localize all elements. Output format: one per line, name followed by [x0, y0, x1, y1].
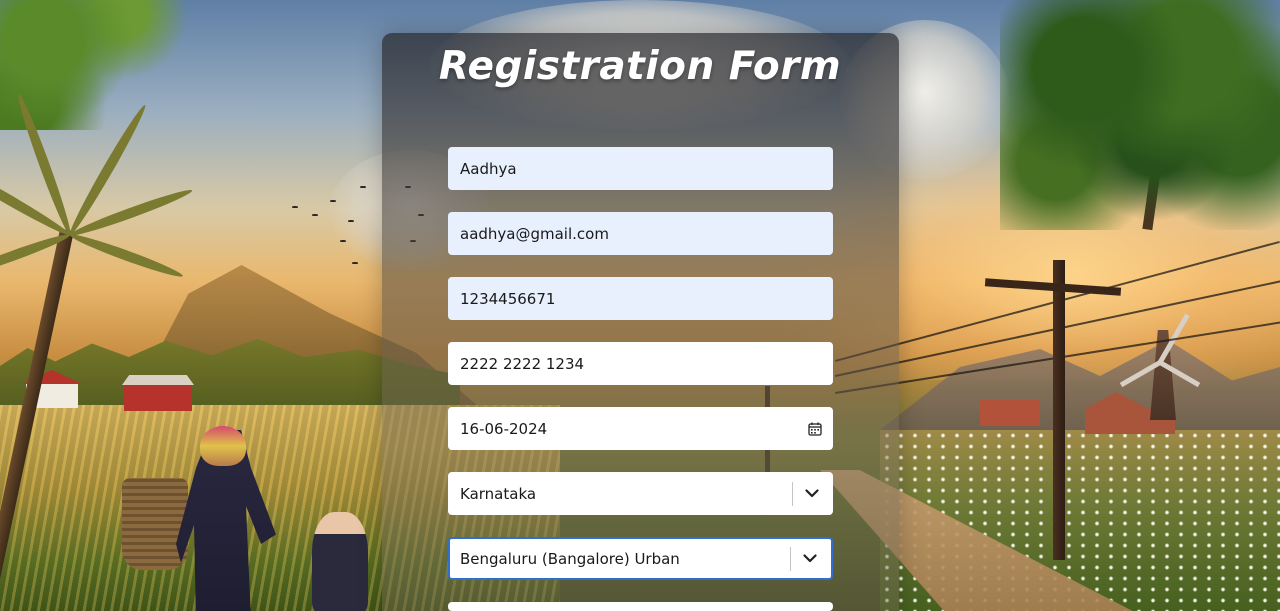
name-input[interactable]: Aadhya	[448, 147, 833, 190]
chevron-down-glyph	[805, 489, 819, 498]
dob-date-input[interactable]: 16-06-2024	[448, 407, 833, 450]
email-input[interactable]: aadhya@gmail.com	[448, 212, 833, 255]
bird	[348, 220, 354, 222]
chevron-down-icon[interactable]	[801, 483, 823, 505]
email-value: aadhya@gmail.com	[460, 224, 609, 243]
chevron-down-icon[interactable]	[799, 548, 821, 570]
bird	[292, 206, 298, 208]
dob-value: 16-06-2024	[460, 419, 548, 438]
next-field-input[interactable]	[448, 602, 833, 611]
state-select[interactable]: Karnataka	[448, 472, 833, 515]
bird	[340, 240, 346, 242]
bird	[352, 262, 358, 264]
farm-building	[980, 400, 1040, 426]
district-select[interactable]: Bengaluru (Bangalore) Urban	[448, 537, 833, 580]
tree	[1000, 0, 1280, 230]
red-barn	[124, 383, 192, 411]
aadhaar-value: 2222 2222 1234	[460, 354, 585, 373]
state-value: Karnataka	[460, 484, 537, 503]
name-value: Aadhya	[460, 159, 517, 178]
chevron-down-glyph	[803, 554, 817, 563]
select-divider	[792, 481, 793, 506]
form-panel	[382, 33, 899, 611]
utility-pole	[1053, 260, 1065, 560]
calendar-icon[interactable]	[807, 421, 823, 437]
select-divider	[790, 546, 791, 571]
aadhaar-input[interactable]: 2222 2222 1234	[448, 342, 833, 385]
registration-page: Registration Form Aadhya aadhya@gmail.co…	[0, 0, 1280, 611]
child	[312, 512, 368, 611]
district-value: Bengaluru (Bangalore) Urban	[460, 549, 680, 568]
calendar-icon-glyph	[808, 422, 822, 436]
phone-input[interactable]: 1234456671	[448, 277, 833, 320]
palm-leaf	[68, 230, 185, 281]
bird	[360, 186, 366, 188]
basket	[122, 478, 188, 570]
phone-value: 1234456671	[460, 289, 556, 308]
form-title: Registration Form	[438, 44, 842, 89]
bird	[312, 214, 318, 216]
headscarf	[200, 426, 246, 466]
palm-leaf	[0, 155, 73, 240]
bird	[330, 200, 336, 202]
